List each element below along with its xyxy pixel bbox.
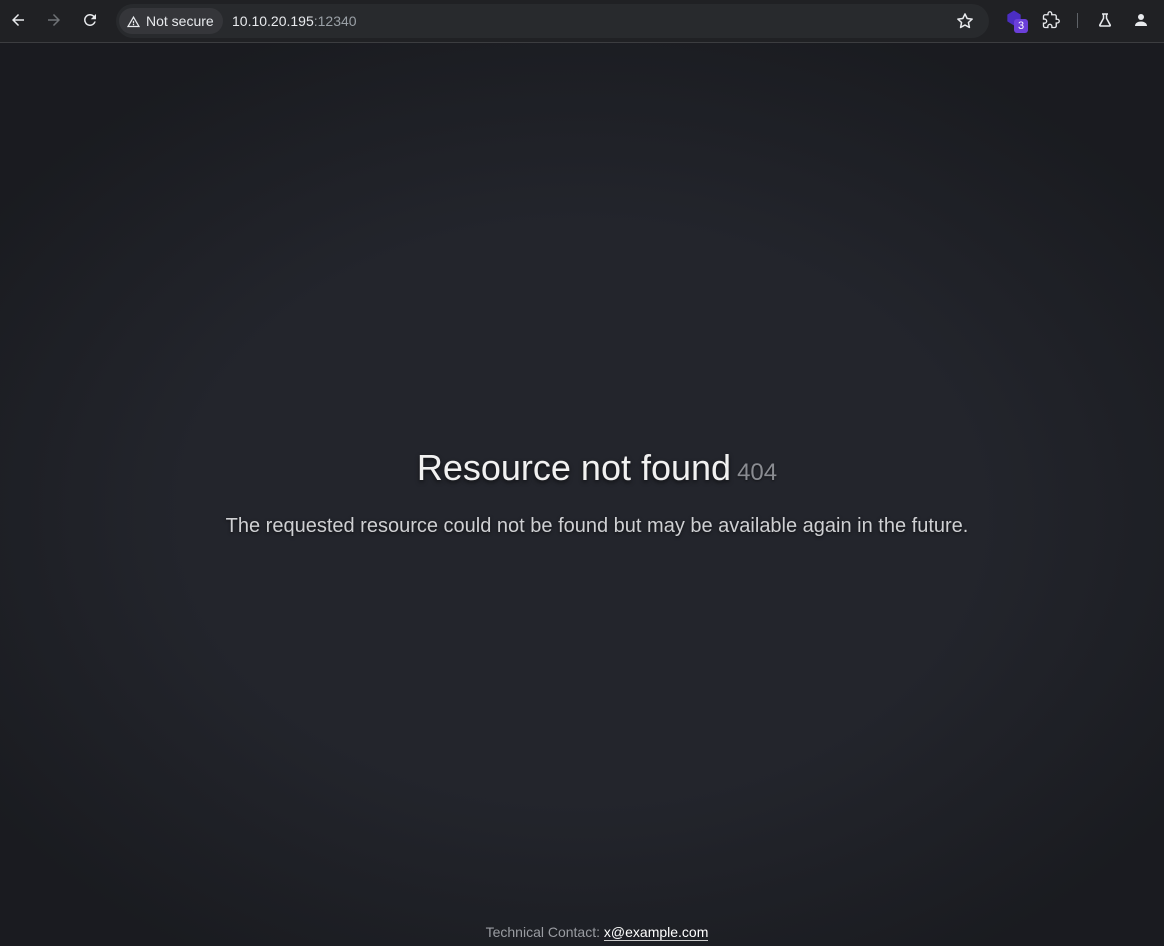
security-chip[interactable]: Not secure	[119, 8, 223, 34]
extension-badge: 3	[1014, 19, 1028, 33]
error-code: 404	[737, 459, 778, 486]
error-content: Resource not found 404 The requested reso…	[0, 447, 1164, 538]
reload-button[interactable]	[76, 6, 104, 34]
footer: Technical Contact: x@example.com	[0, 924, 1164, 941]
extension-button[interactable]: 3	[1004, 8, 1032, 36]
back-icon	[12, 14, 24, 26]
address-bar[interactable]: Not secure 10.10.20.195:12340	[116, 4, 989, 38]
puzzle-icon	[1042, 11, 1060, 29]
profile-icon	[1135, 14, 1147, 26]
warning-icon	[126, 15, 141, 27]
forward-icon	[48, 14, 60, 26]
extensions-menu-button[interactable]	[1037, 6, 1065, 34]
profile-button[interactable]	[1127, 6, 1155, 34]
url-text[interactable]: 10.10.20.195:12340	[232, 4, 357, 38]
labs-button[interactable]	[1091, 6, 1119, 34]
browser-toolbar: Not secure 10.10.20.195:12340 3	[0, 0, 1164, 43]
url-port: :12340	[313, 13, 357, 29]
reload-icon	[84, 14, 96, 26]
url-host: 10.10.20.195	[232, 13, 314, 29]
star-icon[interactable]	[955, 11, 975, 31]
toolbar-divider	[1077, 13, 1078, 28]
error-title: Resource not found	[416, 447, 732, 488]
security-label: Not secure	[146, 13, 214, 29]
error-description: The requested resource could not be foun…	[225, 515, 969, 537]
forward-button[interactable]	[40, 6, 68, 34]
footer-inner: Technical Contact: x@example.com	[485, 924, 709, 941]
error-heading: Resource not found 404	[417, 447, 777, 489]
back-button[interactable]	[4, 6, 32, 34]
error-page: Resource not found 404 The requested reso…	[0, 43, 1164, 946]
lab-icon	[1098, 13, 1112, 27]
contact-email-link[interactable]: x@example.com	[603, 924, 709, 941]
footer-label: Technical Contact:	[485, 924, 601, 940]
